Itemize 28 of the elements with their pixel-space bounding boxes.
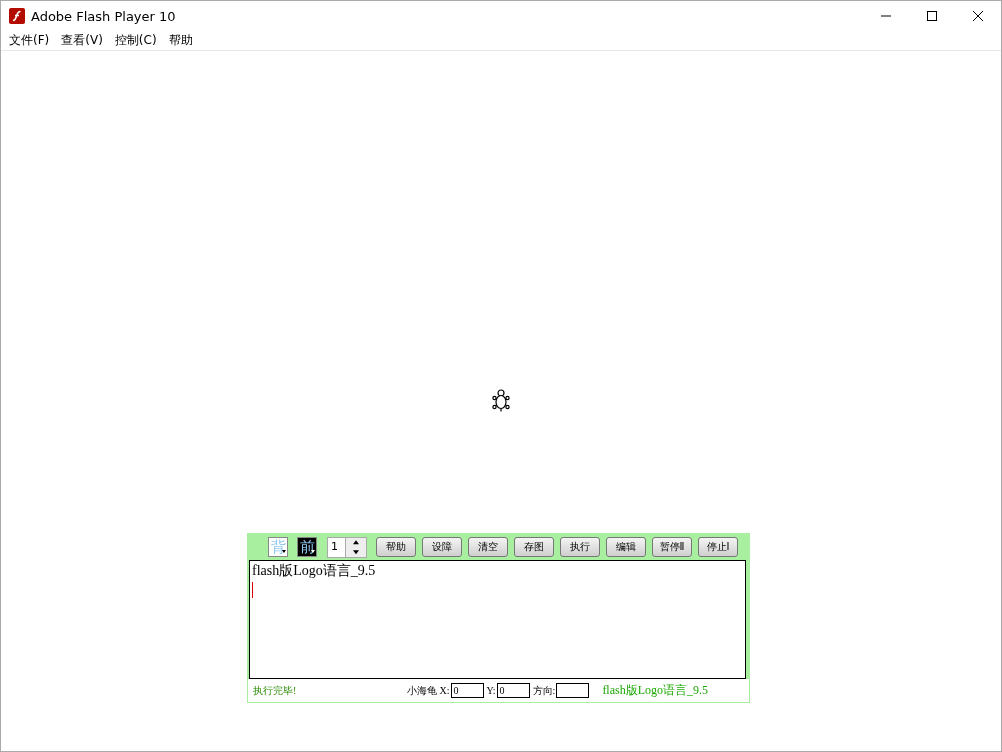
x-field[interactable]: 0 — [450, 683, 484, 698]
version-label: flash版Logo语言_9.5 — [602, 682, 709, 699]
turtle-icon — [491, 389, 511, 413]
heading-field[interactable] — [556, 683, 590, 698]
toolbar-button[interactable]: 停止Ⅰ — [698, 537, 738, 557]
y-label: Y: — [486, 685, 496, 696]
toolbar-button[interactable]: 设障 — [422, 537, 462, 557]
heading-label: 方向: — [532, 683, 556, 698]
toolbar-button[interactable]: 执行 — [560, 537, 600, 557]
code-editor[interactable]: flash版Logo语言_9.5 — [249, 560, 746, 679]
menu-item[interactable]: 帮助 — [162, 32, 199, 49]
toolbar-button[interactable]: 清空 — [468, 537, 508, 557]
menu-item[interactable]: 控制(C) — [108, 32, 163, 49]
window-title: Adobe Flash Player 10 — [31, 8, 177, 24]
menu-item[interactable]: 文件(F) — [3, 32, 56, 49]
status-message: 执行完毕! — [253, 683, 298, 698]
foreground-color-button[interactable]: 前 — [297, 537, 317, 557]
close-icon[interactable] — [973, 11, 983, 21]
menu-item[interactable]: 查看(V) — [55, 32, 109, 49]
maximize-icon[interactable] — [927, 11, 937, 21]
toolbar-button[interactable]: 存图 — [514, 537, 554, 557]
x-label: 小海龟 X: — [407, 683, 450, 698]
number-spinner[interactable]: 1 — [327, 536, 367, 558]
app-icon — [9, 8, 25, 24]
toolbar-button[interactable]: 编辑 — [606, 537, 646, 557]
toolbar-button[interactable]: 帮助 — [376, 537, 416, 557]
toolbar-button[interactable]: 暂停Ⅱ — [652, 537, 692, 557]
y-field[interactable]: 0 — [496, 683, 530, 698]
